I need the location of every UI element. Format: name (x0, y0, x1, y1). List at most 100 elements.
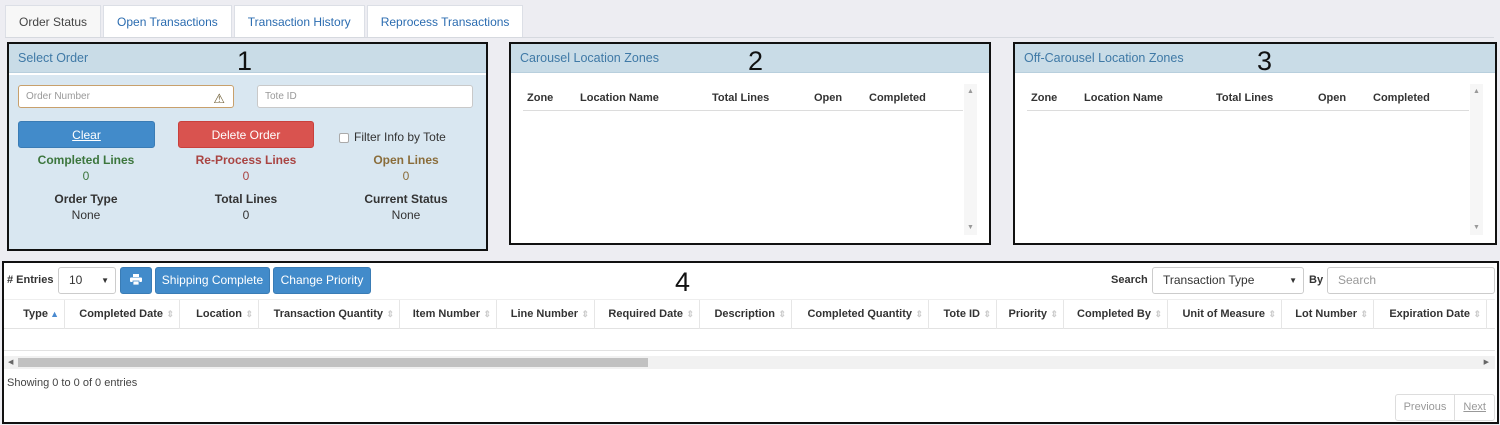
col-priority[interactable]: Priority ⇕ (997, 300, 1064, 329)
by-label: By (1309, 274, 1324, 286)
col-completed-date[interactable]: Completed Date ⇕ (65, 300, 180, 329)
sort-icon: ⇕ (1154, 309, 1162, 319)
sort-icon: ⇕ (1268, 309, 1276, 319)
col-transaction-quantity[interactable]: Transaction Quantity ⇕ (259, 300, 400, 329)
off-carousel-scrollbar[interactable]: ▲ ▼ (1470, 84, 1483, 235)
col-expiration-date[interactable]: Expiration Date ⇕ (1374, 300, 1487, 329)
chevron-down-icon: ▼ (101, 276, 109, 285)
sort-icon: ⇕ (686, 309, 694, 319)
tab-transaction-history[interactable]: Transaction History (233, 5, 365, 38)
col-tote-id[interactable]: Tote ID ⇕ (929, 300, 997, 329)
change-priority-button[interactable]: Change Priority (273, 267, 371, 294)
col-total-lines[interactable]: Total Lines (1216, 92, 1273, 104)
transactions-header: Type ▲ Completed Date ⇕ Location ⇕ Transact… (4, 299, 1495, 329)
warning-icon: ⚠ (213, 91, 225, 106)
sort-icon: ⇕ (581, 309, 589, 319)
sort-icon: ⇕ (778, 309, 786, 319)
carousel-zones-panel: Carousel Location Zones 2 Zone Location … (509, 42, 991, 245)
scroll-up-icon[interactable]: ▲ (967, 88, 974, 95)
col-completed[interactable]: Completed (869, 92, 926, 104)
select-order-panel: Select Order 1 Order Number ⚠ Tote ID Cl… (7, 42, 488, 251)
delete-order-button[interactable]: Delete Order (178, 121, 314, 148)
sort-icon: ⇕ (1050, 309, 1058, 319)
entries-label: # Entries (7, 274, 54, 286)
col-type[interactable]: Type ▲ (4, 300, 65, 329)
total-lines-label: Total Lines (214, 192, 278, 206)
sort-icon: ⇕ (386, 309, 394, 319)
order-type-label: Order Type (54, 192, 118, 206)
current-status-value: None (391, 208, 421, 222)
panel-number-2: 2 (748, 46, 764, 76)
sort-asc-icon: ▲ (50, 309, 59, 319)
tote-id-input[interactable]: Tote ID (257, 85, 473, 108)
search-by-value: Transaction Type (1163, 273, 1255, 287)
col-required-date[interactable]: Required Date ⇕ (595, 300, 700, 329)
print-button[interactable] (120, 267, 152, 294)
col-lot-number[interactable]: Lot Number ⇕ (1282, 300, 1374, 329)
open-lines-value: 0 (402, 169, 410, 183)
chevron-down-icon: ▼ (1289, 276, 1297, 285)
col-description[interactable]: Description ⇕ (700, 300, 792, 329)
off-carousel-zones-title: Off-Carousel Location Zones (1015, 44, 1495, 73)
sort-icon: ⇕ (166, 309, 174, 319)
next-button[interactable]: Next (1455, 395, 1494, 420)
scroll-down-icon[interactable]: ▼ (967, 224, 974, 231)
scroll-up-icon[interactable]: ▲ (1473, 88, 1480, 95)
col-zone[interactable]: Zone (1031, 92, 1057, 104)
carousel-zones-header: Zone Location Name Total Lines Open Comp… (523, 89, 963, 111)
completed-lines-label: Completed Lines (37, 153, 135, 167)
previous-button[interactable]: Previous (1396, 395, 1456, 420)
col-item-number[interactable]: Item Number ⇕ (400, 300, 497, 329)
clear-button[interactable]: Clear (18, 121, 155, 148)
order-number-placeholder: Order Number (26, 91, 90, 102)
sort-icon: ⇕ (1473, 309, 1481, 319)
col-completed-quantity[interactable]: Completed Quantity ⇕ (792, 300, 929, 329)
tab-reprocess-transactions[interactable]: Reprocess Transactions (366, 5, 524, 38)
completed-lines-value: 0 (82, 169, 90, 183)
tab-bar: Order Status Open Transactions Transacti… (5, 5, 525, 38)
select-order-body: Order Number ⚠ Tote ID Clear Delete Orde… (9, 75, 486, 249)
filter-by-tote-label: Filter Info by Tote (354, 130, 446, 144)
pagination: Previous Next (1394, 394, 1495, 421)
carousel-scrollbar[interactable]: ▲ ▼ (964, 84, 977, 235)
shipping-complete-button[interactable]: Shipping Complete (155, 267, 270, 294)
print-icon (130, 273, 142, 287)
col-open[interactable]: Open (1318, 92, 1346, 104)
col-open[interactable]: Open (814, 92, 842, 104)
col-unit-of-measure[interactable]: Unit of Measure ⇕ (1168, 300, 1282, 329)
col-completed-by[interactable]: Completed By ⇕ (1064, 300, 1168, 329)
reprocess-lines-label: Re-Process Lines (195, 153, 297, 167)
tab-order-status[interactable]: Order Status (5, 5, 102, 38)
order-number-input[interactable]: Order Number ⚠ (18, 85, 234, 108)
tab-open-transactions[interactable]: Open Transactions (103, 5, 232, 38)
entries-select[interactable]: 10 ▼ (58, 267, 116, 294)
panel-number-1: 1 (237, 46, 253, 76)
entries-value: 10 (69, 273, 83, 287)
order-type-value: None (71, 208, 101, 222)
sort-icon: ⇕ (483, 309, 491, 319)
search-input[interactable]: Search (1327, 267, 1495, 294)
sort-icon: ⇕ (245, 309, 253, 319)
clear-label: Clear (72, 128, 101, 142)
col-location-name[interactable]: Location Name (580, 92, 659, 104)
tote-id-placeholder: Tote ID (265, 91, 297, 102)
scrollbar-thumb[interactable] (18, 358, 648, 367)
col-location[interactable]: Location ⇕ (180, 300, 259, 329)
col-completed[interactable]: Completed (1373, 92, 1430, 104)
col-zone[interactable]: Zone (527, 92, 553, 104)
filter-by-tote-checkbox[interactable] (339, 133, 349, 143)
scroll-right-icon[interactable]: ▶ (1484, 356, 1489, 369)
col-line-number[interactable]: Line Number ⇕ (497, 300, 595, 329)
table-info: Showing 0 to 0 of 0 entries (7, 377, 138, 389)
scroll-left-icon[interactable]: ◀ (8, 356, 13, 369)
transactions-hscrollbar[interactable]: ◀ ▶ (4, 356, 1495, 369)
table-row (4, 329, 1495, 351)
sort-icon: ⇕ (983, 309, 991, 319)
search-by-select[interactable]: Transaction Type ▼ (1152, 267, 1304, 294)
off-carousel-zones-panel: Off-Carousel Location Zones 3 Zone Locat… (1013, 42, 1497, 245)
col-total-lines[interactable]: Total Lines (712, 92, 769, 104)
open-lines-label: Open Lines (373, 153, 439, 167)
scroll-down-icon[interactable]: ▼ (1473, 224, 1480, 231)
transactions-panel: 4 # Entries 10 ▼ Shipping Complete Chang… (2, 261, 1499, 424)
col-location-name[interactable]: Location Name (1084, 92, 1163, 104)
